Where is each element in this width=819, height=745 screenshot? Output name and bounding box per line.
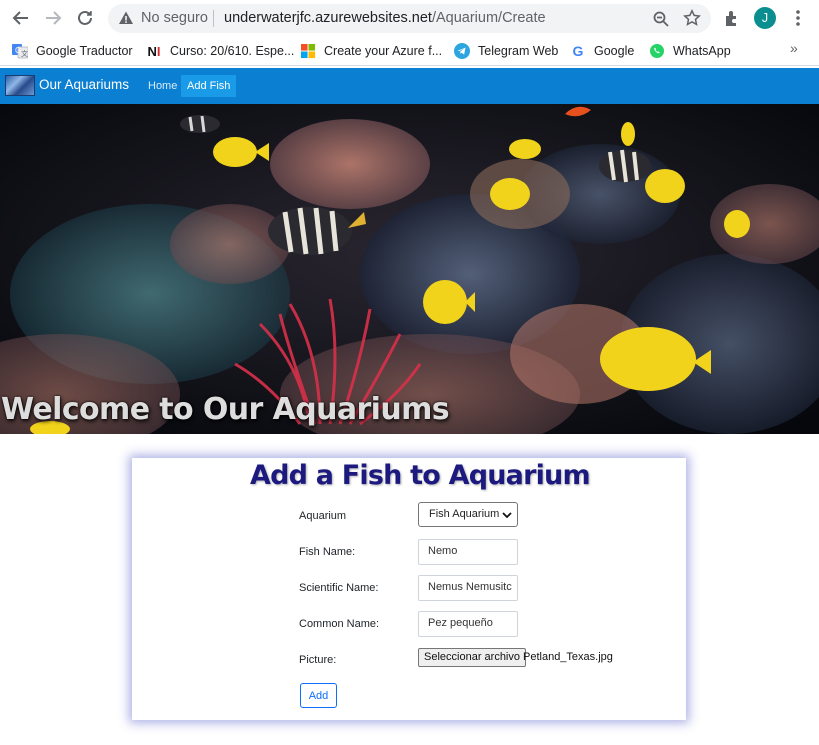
svg-text:文: 文: [21, 49, 28, 58]
url-host: underwaterjfc.azurewebsites.net: [224, 10, 432, 26]
hero-title: Welcome to Our Aquariums: [1, 392, 450, 427]
bookmark-whatsapp[interactable]: WhatsApp: [649, 41, 731, 61]
aquarium-label: Aquarium: [299, 510, 347, 522]
selected-file-name: Petland_Texas.jpg: [523, 651, 613, 663]
arrow-right-icon: [46, 11, 62, 25]
google-icon: G: [572, 43, 584, 59]
hero-banner: [0, 104, 819, 434]
aquarium-select[interactable]: Fish Aquarium: [418, 502, 518, 527]
kebab-menu-icon[interactable]: [788, 8, 808, 28]
bookmark-label: Curso: 20/610. Espe...: [170, 44, 295, 58]
google-translate-icon: G文: [12, 43, 28, 59]
address-bar[interactable]: No seguro underwaterjfc.azurewebsites.ne…: [108, 4, 711, 33]
browser-toolbar: No seguro underwaterjfc.azurewebsites.ne…: [0, 0, 819, 36]
bookmark-label: Google: [594, 44, 635, 58]
profile-avatar[interactable]: J: [754, 7, 776, 29]
url-text[interactable]: underwaterjfc.azurewebsites.net/Aquarium…: [224, 10, 546, 26]
bookmark-star-icon[interactable]: [683, 9, 701, 27]
url-path: /Aquarium/Create: [431, 10, 546, 26]
bookmark-google[interactable]: G Google: [570, 41, 635, 61]
bookmark-telegram[interactable]: Telegram Web: [454, 41, 558, 61]
bookmark-curso[interactable]: NI Curso: 20/610. Espe...: [146, 41, 294, 61]
arrow-left-icon: [12, 11, 28, 25]
coral-reef-image: [0, 104, 819, 434]
nav-add-fish-link[interactable]: Add Fish: [181, 75, 237, 97]
nav-home-link[interactable]: Home: [142, 75, 183, 97]
choose-file-button[interactable]: Seleccionar archivo: [418, 648, 526, 667]
bookmark-label: Telegram Web: [478, 44, 559, 58]
site-navbar: Our Aquariums Home Add Fish: [0, 68, 819, 104]
add-fish-form-card: Add a Fish to Aquarium Aquarium Fish Aqu…: [132, 458, 686, 720]
microsoft-icon: [300, 43, 316, 59]
bookmark-label: WhatsApp: [673, 44, 731, 58]
bookmark-azure[interactable]: Create your Azure f...: [300, 41, 442, 61]
picture-label: Picture:: [299, 654, 337, 666]
brand-name[interactable]: Our Aquariums: [39, 77, 129, 92]
zoom-icon[interactable]: [652, 10, 670, 28]
add-button[interactable]: Add: [300, 683, 337, 708]
common-name-label: Common Name:: [299, 618, 380, 630]
whatsapp-icon: [649, 43, 665, 59]
reload-icon: [78, 10, 92, 25]
security-label[interactable]: No seguro: [141, 10, 208, 26]
bookmarks-overflow-button[interactable]: »: [790, 40, 798, 56]
brand-logo[interactable]: [5, 75, 35, 96]
omnibox-divider: [213, 10, 214, 27]
bookmark-label: Create your Azure f...: [324, 44, 443, 58]
bookmark-google-traductor[interactable]: G文 Google Traductor: [12, 41, 133, 61]
fish-name-input[interactable]: Nemo: [418, 539, 518, 565]
form-title: Add a Fish to Aquarium: [250, 460, 591, 491]
back-button[interactable]: [9, 6, 33, 30]
scientific-name-label: Scientific Name:: [299, 582, 379, 594]
fish-name-label: Fish Name:: [299, 546, 356, 558]
warning-icon: [119, 11, 133, 24]
bookmarks-bar: G文 Google Traductor NI Curso: 20/610. Es…: [0, 36, 819, 66]
aquarium-select-value: Fish Aquarium: [429, 508, 500, 520]
bookmark-label: Google Traductor: [36, 44, 133, 58]
forward-button[interactable]: [41, 6, 65, 30]
scientific-name-input[interactable]: Nemus Nemusitc: [418, 575, 518, 601]
telegram-icon: [454, 43, 470, 59]
common-name-input[interactable]: Pez pequeño: [418, 611, 518, 637]
reload-button[interactable]: [73, 6, 97, 30]
chevron-down-icon: [502, 510, 512, 520]
extensions-icon[interactable]: [722, 8, 742, 28]
ni-icon: NI: [147, 43, 161, 59]
